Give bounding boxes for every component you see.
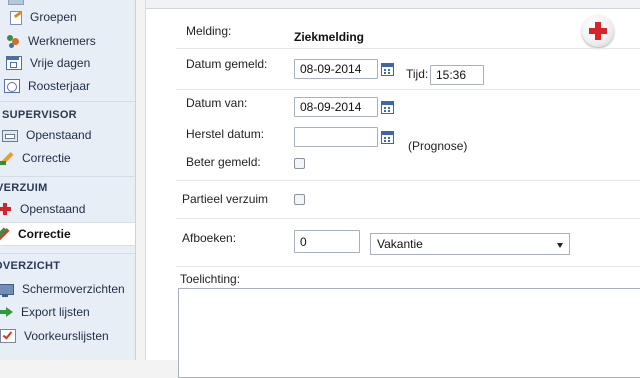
datum-van-input[interactable] — [294, 97, 378, 117]
sidebar-item-werknemers[interactable]: Werknemers — [0, 30, 135, 52]
groups-icon — [8, 10, 22, 25]
export-arrow-icon — [0, 305, 13, 319]
row-divider — [176, 218, 640, 219]
beter-gemeld-checkbox[interactable] — [294, 158, 305, 169]
datum-van-calendar-icon[interactable] — [381, 101, 394, 114]
sidebar-item-label: Openstaand — [26, 128, 92, 142]
sidebar-item-roosterjaar[interactable]: Roosterjaar — [0, 75, 135, 97]
monitor-icon — [0, 284, 14, 297]
herstel-datum-label: Herstel datum: — [186, 127, 265, 141]
melding-value: Ziekmelding — [294, 30, 365, 44]
afboeken-type-select[interactable]: Vakantie — [370, 233, 570, 255]
herstel-datum-calendar-icon[interactable] — [381, 131, 394, 144]
tijd-input[interactable] — [430, 65, 484, 85]
sidebar-item-label: Correctie — [18, 227, 71, 241]
partieel-verzuim-label: Partieel verzuim — [182, 192, 269, 206]
sidebar-item-verzuim-correctie[interactable]: Correctie — [0, 222, 135, 246]
afboeken-type-selected: Vakantie — [377, 237, 423, 251]
partieel-verzuim-checkbox[interactable] — [294, 194, 305, 205]
sidebar-item-label: Schermoverzichten — [22, 282, 125, 296]
inbox-icon — [2, 130, 18, 142]
absence-correction-form: Melding: Ziekmelding Datum gemeld: Tijd:… — [145, 0, 640, 378]
row-divider — [176, 266, 640, 267]
pencil-icon — [0, 151, 14, 165]
sidebar-item-supervisor-openstaand[interactable]: Openstaand — [0, 124, 135, 146]
afboeken-label: Afboeken: — [182, 231, 237, 245]
toelichting-textarea[interactable] — [178, 288, 640, 378]
beter-gemeld-label: Beter gemeld: — [186, 155, 261, 169]
datum-van-label: Datum van: — [186, 96, 248, 110]
sidebar-item-label: Werknemers — [28, 34, 96, 48]
sidebar-item-vrije-dagen[interactable]: Vrije dagen — [0, 52, 135, 74]
row-divider — [176, 180, 640, 181]
chevron-down-icon — [557, 243, 563, 248]
sidebar-item-schermoverzichten[interactable]: Schermoverzichten — [0, 278, 135, 300]
checklist-icon — [0, 329, 16, 343]
sidebar-item-label: Groepen — [30, 10, 77, 24]
sidebar-divider — [0, 253, 135, 254]
sidebar-item-verzuim-openstaand[interactable]: Openstaand — [0, 198, 135, 220]
schedule-year-icon — [4, 79, 20, 93]
sidebar-section-title: OVERZICHT — [0, 260, 61, 272]
prognose-label: (Prognose) — [408, 139, 468, 153]
datum-gemeld-label: Datum gemeld: — [186, 57, 268, 71]
sidebar-item-supervisor-correctie[interactable]: Correctie — [0, 147, 135, 169]
sidebar-item-groepen[interactable]: Groepen — [0, 6, 135, 28]
sidebar-divider — [0, 176, 135, 177]
sidebar-section-title: VERZUIM — [0, 182, 48, 194]
sidebar-item-label: Voorkeurslijsten — [24, 329, 109, 343]
tijd-label: Tijd: — [406, 67, 429, 81]
calendar-icon — [6, 56, 22, 70]
sidebar-item-label: Export lijsten — [21, 305, 90, 319]
sidebar-section-title: SUPERVISOR — [2, 109, 77, 121]
list-icon — [8, 0, 24, 5]
medical-cross-icon — [582, 15, 614, 47]
sidebar-item-voorkeurslijsten[interactable]: Voorkeurslijsten — [0, 325, 135, 347]
employees-icon — [6, 34, 20, 48]
sidebar-item-export-lijsten[interactable]: Export lijsten — [0, 301, 135, 323]
red-cross-icon — [0, 202, 12, 216]
sidebar-item-label: Correctie — [22, 151, 71, 165]
datum-gemeld-input[interactable] — [294, 59, 378, 79]
sidebar-divider — [0, 101, 135, 102]
sidebar-item-label: Roosterjaar — [28, 79, 91, 93]
herstel-datum-input[interactable] — [294, 127, 378, 147]
toelichting-label: Toelichting: — [180, 272, 241, 286]
sidebar: Groepen Werknemers Vrije dagen Roosterja… — [0, 0, 136, 360]
afboeken-hours-input[interactable] — [294, 230, 360, 253]
row-divider — [176, 48, 640, 49]
edit-icon — [0, 227, 10, 241]
row-divider — [176, 89, 640, 90]
sidebar-item-label: Vrije dagen — [30, 56, 91, 70]
datum-gemeld-calendar-icon[interactable] — [381, 63, 394, 76]
panel-header-bar — [146, 0, 640, 9]
sidebar-item-label: Openstaand — [20, 202, 86, 216]
melding-label: Melding: — [186, 24, 232, 38]
